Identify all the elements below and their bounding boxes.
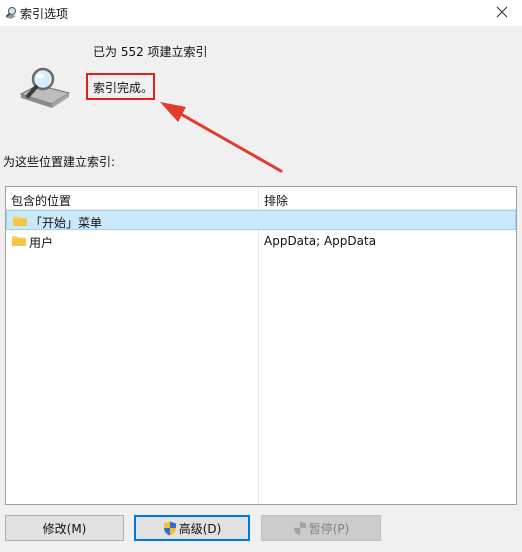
list-header: 包含的位置 排除 <box>6 187 516 210</box>
column-header-excluded[interactable]: 排除 <box>264 192 288 209</box>
indexed-count-text: 已为 552 项建立索引 <box>93 45 208 59</box>
pause-button[interactable]: 暂停(P) <box>261 515 381 541</box>
list-item[interactable]: 「开始」菜单 <box>6 210 516 230</box>
locations-list[interactable]: 包含的位置 排除 「开始」菜单 用户 AppData; AppData <box>5 186 517 505</box>
window-title: 索引选项 <box>20 7 69 21</box>
location-name: 用户 <box>29 236 54 250</box>
close-icon[interactable] <box>492 2 512 22</box>
indexing-status-message: 索引完成。 <box>93 81 154 95</box>
uac-shield-icon <box>163 521 176 535</box>
advanced-button[interactable]: 高级(D) <box>134 515 250 541</box>
locations-label: 为这些位置建立索引: <box>3 155 116 169</box>
indexing-options-icon <box>5 7 16 19</box>
pause-button-label: 暂停(P) <box>308 521 350 536</box>
modify-button-label: 修改(M) <box>42 521 87 536</box>
advanced-button-label: 高级(D) <box>178 521 222 536</box>
title-bar: 索引选项 <box>0 0 522 26</box>
uac-shield-icon <box>293 521 306 535</box>
annotation-arrow <box>160 102 283 173</box>
modify-button[interactable]: 修改(M) <box>5 515 124 541</box>
list-item[interactable]: 用户 AppData; AppData <box>6 231 516 251</box>
indexer-magnifier-icon <box>19 67 71 108</box>
exclusion-text: AppData; AppData <box>264 234 377 248</box>
folder-icon <box>13 216 27 226</box>
folder-icon <box>12 236 26 246</box>
location-name: 「开始」菜单 <box>30 216 103 230</box>
column-header-included[interactable]: 包含的位置 <box>11 192 71 209</box>
